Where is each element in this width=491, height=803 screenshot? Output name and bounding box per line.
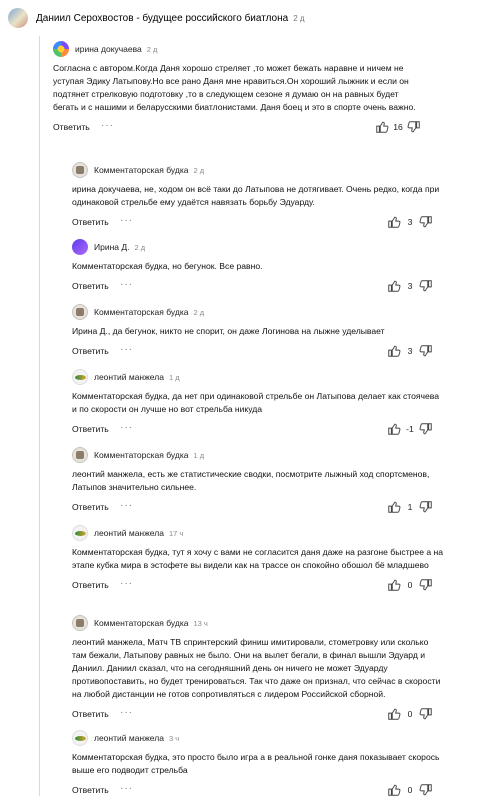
comment-text: ирина докучаева, не, ходом он всё таки д…: [72, 184, 440, 207]
comment-time: 3 ч: [168, 733, 180, 743]
vote-count: 16: [393, 122, 403, 132]
comment-author[interactable]: леонтий манжела: [94, 372, 164, 382]
comment-time: 17 ч: [168, 528, 184, 538]
comment-text: Комментаторская будка, но бегунок. Все р…: [72, 261, 263, 271]
reply-button[interactable]: Ответить: [72, 709, 109, 719]
comment-text: Комментаторская будка, тут я хочу с вами…: [72, 547, 444, 570]
thumb-up-icon[interactable]: [375, 120, 389, 134]
post-title[interactable]: Даниил Серохвостов - будущее российского…: [36, 13, 288, 24]
thumb-down-icon[interactable]: [419, 279, 433, 293]
comment-time: 2 д: [146, 44, 158, 54]
avatar[interactable]: [72, 615, 88, 631]
post-avatar[interactable]: [8, 8, 28, 28]
thumb-down-icon[interactable]: [419, 578, 433, 592]
more-options-icon[interactable]: ···: [120, 422, 133, 433]
comment-text: Согласна с автором.Когда Даня хорошо стр…: [53, 63, 416, 112]
vote-count: 1: [407, 502, 413, 512]
vote-count: -1: [406, 424, 414, 434]
thumb-down-icon[interactable]: [419, 344, 433, 358]
thumb-up-icon[interactable]: [387, 783, 401, 797]
avatar[interactable]: [72, 162, 88, 178]
reply-button[interactable]: Ответить: [72, 281, 109, 291]
reply-button[interactable]: Ответить: [72, 785, 109, 795]
comment: Комментаторская будка 2 д ирина докучаев…: [72, 161, 444, 231]
comment-text: Комментаторская будка, это просто было и…: [72, 752, 440, 775]
vote-count: 3: [407, 281, 413, 291]
vote-count: 0: [407, 580, 413, 590]
comment: Ирина Д. 2 д Комментаторская будка, но б…: [72, 238, 444, 295]
more-options-icon[interactable]: ···: [120, 783, 133, 794]
comment-text: леонтий манжела, Матч ТВ спринтерский фи…: [72, 637, 441, 699]
comment-author[interactable]: ирина докучаева: [75, 44, 142, 54]
reply-button[interactable]: Ответить: [72, 424, 109, 434]
comment-time: 2 д: [193, 165, 205, 175]
comment-author[interactable]: Комментаторская будка: [94, 165, 188, 175]
comment: леонтий манжела 17 ч Комментаторская буд…: [72, 524, 444, 594]
comment-time: 2 д: [193, 307, 205, 317]
comment-author[interactable]: леонтий манжела: [94, 528, 164, 538]
reply-button[interactable]: Ответить: [72, 580, 109, 590]
thumb-up-icon[interactable]: [387, 707, 401, 721]
comment-time: 13 ч: [193, 618, 208, 628]
thumb-down-icon[interactable]: [419, 500, 433, 514]
thread-line: [39, 36, 40, 796]
comment: Комментаторская будка 2 д Ирина Д., да б…: [72, 303, 444, 360]
avatar[interactable]: [72, 525, 88, 541]
thumb-up-icon[interactable]: [387, 578, 401, 592]
more-options-icon[interactable]: ···: [120, 500, 133, 511]
comment-author[interactable]: Комментаторская будка: [94, 618, 188, 628]
thumb-down-icon[interactable]: [419, 707, 433, 721]
vote-count: 0: [407, 709, 413, 719]
thumb-down-icon[interactable]: [407, 120, 421, 134]
reply-button[interactable]: Ответить: [72, 346, 109, 356]
comment-text: Ирина Д., да бегунок, никто не спорит, о…: [72, 326, 385, 336]
thumb-up-icon[interactable]: [387, 215, 401, 229]
post-header: Даниил Серохвостов - будущее российского…: [8, 8, 305, 28]
avatar[interactable]: [72, 369, 88, 385]
thumb-down-icon[interactable]: [419, 215, 433, 229]
comment: леонтий манжела 1 д Комментаторская будк…: [72, 368, 444, 438]
avatar[interactable]: [72, 304, 88, 320]
comment-time: 1 д: [168, 372, 180, 382]
vote-count: 0: [407, 785, 413, 795]
vote-count: 3: [407, 217, 413, 227]
thumb-up-icon[interactable]: [387, 344, 401, 358]
reply-button[interactable]: Ответить: [53, 122, 90, 132]
comment: Комментаторская будка 1 д леонтий манжел…: [72, 446, 444, 516]
avatar[interactable]: [72, 730, 88, 746]
comment-time: 2 д: [134, 242, 146, 252]
more-options-icon[interactable]: ···: [120, 578, 133, 589]
more-options-icon[interactable]: ···: [120, 215, 133, 226]
comment: Комментаторская будка 13 ч леонтий манже…: [72, 614, 444, 723]
more-options-icon[interactable]: ···: [101, 120, 114, 131]
comment-text: леонтий манжела, есть же статистические …: [72, 469, 430, 492]
comment-text: Комментаторская будка, да нет при одинак…: [72, 391, 440, 414]
avatar[interactable]: [72, 239, 88, 255]
thumb-up-icon[interactable]: [387, 279, 401, 293]
reply-button[interactable]: Ответить: [72, 502, 109, 512]
avatar[interactable]: [53, 41, 69, 57]
comment-author[interactable]: Комментаторская будка: [94, 450, 188, 460]
more-options-icon[interactable]: ···: [120, 279, 133, 290]
comment-author[interactable]: Ирина Д.: [94, 242, 130, 252]
comment-time: 1 д: [193, 450, 205, 460]
comment-author[interactable]: леонтий манжела: [94, 733, 164, 743]
post-time: 2 д: [293, 13, 305, 23]
thumb-up-icon[interactable]: [387, 422, 401, 436]
comment-author[interactable]: Комментаторская будка: [94, 307, 188, 317]
vote-count: 3: [407, 346, 413, 356]
avatar[interactable]: [72, 447, 88, 463]
thumb-up-icon[interactable]: [387, 500, 401, 514]
more-options-icon[interactable]: ···: [120, 344, 133, 355]
reply-button[interactable]: Ответить: [72, 217, 109, 227]
comment: ирина докучаева 2 д Согласна с автором.К…: [53, 40, 425, 136]
thumb-down-icon[interactable]: [419, 783, 433, 797]
comment: леонтий манжела 3 ч Комментаторская будк…: [72, 729, 444, 799]
thumb-down-icon[interactable]: [419, 422, 433, 436]
more-options-icon[interactable]: ···: [120, 707, 133, 718]
